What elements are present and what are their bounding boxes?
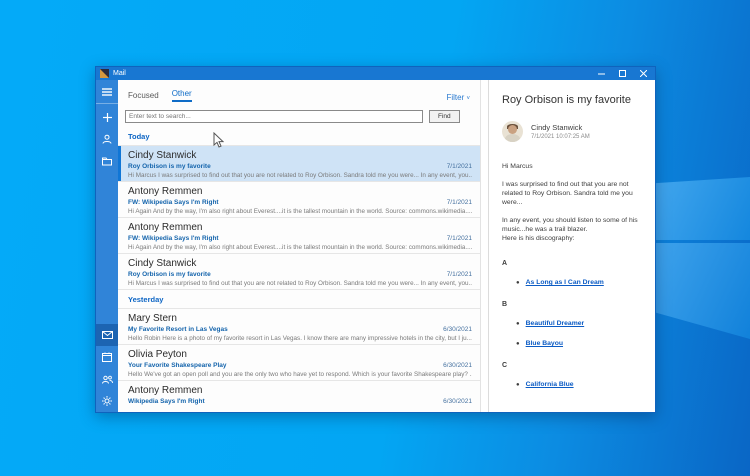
email-date: 6/30/2021 bbox=[443, 398, 472, 405]
list-item: ● California Blue bbox=[516, 380, 642, 390]
chevron-down-icon: ˅ bbox=[466, 96, 470, 102]
message-sender: Cindy Stanwick bbox=[531, 123, 590, 132]
wallpaper-window-pane-top bbox=[654, 177, 750, 240]
inbox-tabs: Focused Other Filter ˅ bbox=[118, 80, 480, 105]
tab-focused[interactable]: Focused bbox=[128, 91, 159, 102]
email-row[interactable]: Olivia Peyton Your Favorite Shakespeare … bbox=[118, 344, 480, 380]
reading-pane: Roy Orbison is my favorite Cindy Stanwic… bbox=[488, 80, 655, 412]
email-subject: Your Favorite Shakespeare Play bbox=[128, 361, 435, 370]
calendar-nav-button[interactable] bbox=[96, 346, 118, 368]
email-preview: Hi Again And by the way, I'm also right … bbox=[128, 207, 472, 216]
song-link[interactable]: Beautiful Dreamer bbox=[526, 319, 585, 328]
navigation-rail bbox=[96, 80, 118, 412]
mail-nav-button[interactable] bbox=[96, 324, 118, 346]
body-paragraph: Here is his discography: bbox=[502, 234, 642, 243]
email-date: 6/30/2021 bbox=[443, 362, 472, 369]
email-date: 7/1/2021 bbox=[447, 271, 472, 278]
body-paragraph: In any event, you should listen to some … bbox=[502, 216, 642, 234]
song-link[interactable]: As Long as I Can Dream bbox=[526, 278, 604, 287]
message-subject: Roy Orbison is my favorite bbox=[502, 94, 642, 106]
close-button[interactable] bbox=[640, 70, 647, 77]
window-title: Mail bbox=[113, 70, 126, 77]
email-row[interactable]: Antony Remmen FW: Wikipedia Says I'm Rig… bbox=[118, 181, 480, 217]
list-item: ● As Long as I Can Dream bbox=[516, 278, 642, 288]
folders-button[interactable] bbox=[96, 150, 118, 172]
minimize-button[interactable] bbox=[598, 70, 605, 77]
list-item: ● Blue Bayou bbox=[516, 339, 642, 349]
email-row[interactable]: Cindy Stanwick Roy Orbison is my favorit… bbox=[118, 253, 480, 289]
calendar-icon bbox=[102, 352, 112, 362]
wallpaper-window-pane-bottom bbox=[654, 243, 750, 339]
song-link[interactable]: California Blue bbox=[526, 380, 574, 389]
avatar bbox=[502, 121, 523, 142]
filter-dropdown[interactable]: Filter ˅ bbox=[446, 93, 470, 102]
mail-window: Mail bbox=[95, 66, 656, 413]
add-icon bbox=[103, 113, 112, 122]
email-subject: Roy Orbison is my favorite bbox=[128, 270, 439, 279]
email-preview: Hi Again And by the way, I'm also right … bbox=[128, 243, 472, 252]
people-nav-button[interactable] bbox=[96, 368, 118, 390]
email-date: 7/1/2021 bbox=[447, 235, 472, 242]
email-sender: Antony Remmen bbox=[128, 186, 472, 198]
email-row[interactable]: Mary Stern My Favorite Resort in Las Veg… bbox=[118, 308, 480, 344]
person-icon bbox=[102, 134, 112, 144]
folder-icon bbox=[102, 157, 112, 166]
mouse-cursor bbox=[213, 132, 224, 153]
email-preview: Hi Marcus I was surprised to find out th… bbox=[128, 279, 472, 288]
message-list[interactable]: Today Cindy Stanwick Roy Orbison is my f… bbox=[118, 132, 480, 412]
bullet-icon: ● bbox=[516, 340, 520, 349]
message-timestamp: 7/1/2021 10:07:25 AM bbox=[531, 134, 590, 140]
email-sender: Mary Stern bbox=[128, 313, 472, 325]
message-list-pane: Focused Other Filter ˅ Find Today Cindy … bbox=[118, 80, 481, 412]
email-subject: FW: Wikipedia Says I'm Right bbox=[128, 198, 439, 207]
bullet-icon: ● bbox=[516, 279, 520, 288]
email-sender: Antony Remmen bbox=[128, 222, 472, 234]
bullet-icon: ● bbox=[516, 320, 520, 329]
settings-nav-button[interactable] bbox=[96, 390, 118, 412]
find-button[interactable]: Find bbox=[429, 110, 460, 123]
gear-icon bbox=[102, 396, 112, 406]
email-sender: Olivia Peyton bbox=[128, 349, 472, 361]
discography-letter: A bbox=[502, 259, 642, 268]
email-row[interactable]: Antony Remmen FW: Wikipedia Says I'm Rig… bbox=[118, 217, 480, 253]
list-item: ● Beautiful Dreamer bbox=[516, 319, 642, 329]
email-preview: Hello Robin Here is a photo of my favori… bbox=[128, 334, 472, 343]
email-preview: Hello We've got an open poll and you are… bbox=[128, 370, 472, 379]
discography-letter: B bbox=[502, 300, 642, 309]
email-date: 7/1/2021 bbox=[447, 199, 472, 206]
email-row[interactable]: Antony Remmen Wikipedia Says I'm Right 6/… bbox=[118, 380, 480, 412]
email-subject: Wikipedia Says I'm Right bbox=[128, 397, 435, 406]
email-subject: FW: Wikipedia Says I'm Right bbox=[128, 234, 439, 243]
email-sender: Cindy Stanwick bbox=[128, 150, 472, 162]
mail-app-icon bbox=[100, 69, 109, 78]
maximize-button[interactable] bbox=[619, 70, 626, 77]
search-input[interactable] bbox=[125, 110, 423, 123]
email-preview: Hi Marcus I was surprised to find out th… bbox=[128, 171, 472, 180]
section-header-today: Today bbox=[118, 132, 480, 145]
tab-other[interactable]: Other bbox=[172, 89, 192, 102]
body-paragraph: I was surprised to find out that you are… bbox=[502, 180, 642, 207]
menu-icon bbox=[102, 88, 112, 96]
email-date: 7/1/2021 bbox=[447, 163, 472, 170]
email-sender: Antony Remmen bbox=[128, 385, 472, 397]
email-date: 6/30/2021 bbox=[443, 326, 472, 333]
titlebar[interactable]: Mail bbox=[96, 67, 655, 80]
song-link[interactable]: Blue Bayou bbox=[526, 339, 563, 348]
email-subject: My Favorite Resort in Las Vegas bbox=[128, 325, 435, 334]
new-mail-button[interactable] bbox=[96, 106, 118, 128]
section-header-yesterday: Yesterday bbox=[118, 289, 480, 308]
message-body: Hi Marcus I was surprised to find out th… bbox=[502, 162, 642, 390]
accounts-button[interactable] bbox=[96, 128, 118, 150]
email-sender: Cindy Stanwick bbox=[128, 258, 472, 270]
email-subject: Roy Orbison is my favorite bbox=[128, 162, 439, 171]
email-row[interactable]: Cindy Stanwick Roy Orbison is my favorit… bbox=[118, 145, 480, 181]
people-icon bbox=[102, 375, 113, 384]
body-greeting: Hi Marcus bbox=[502, 162, 642, 171]
menu-button[interactable] bbox=[96, 80, 118, 104]
bullet-icon: ● bbox=[516, 381, 520, 390]
mail-icon bbox=[102, 331, 113, 339]
discography-letter: C bbox=[502, 361, 642, 370]
